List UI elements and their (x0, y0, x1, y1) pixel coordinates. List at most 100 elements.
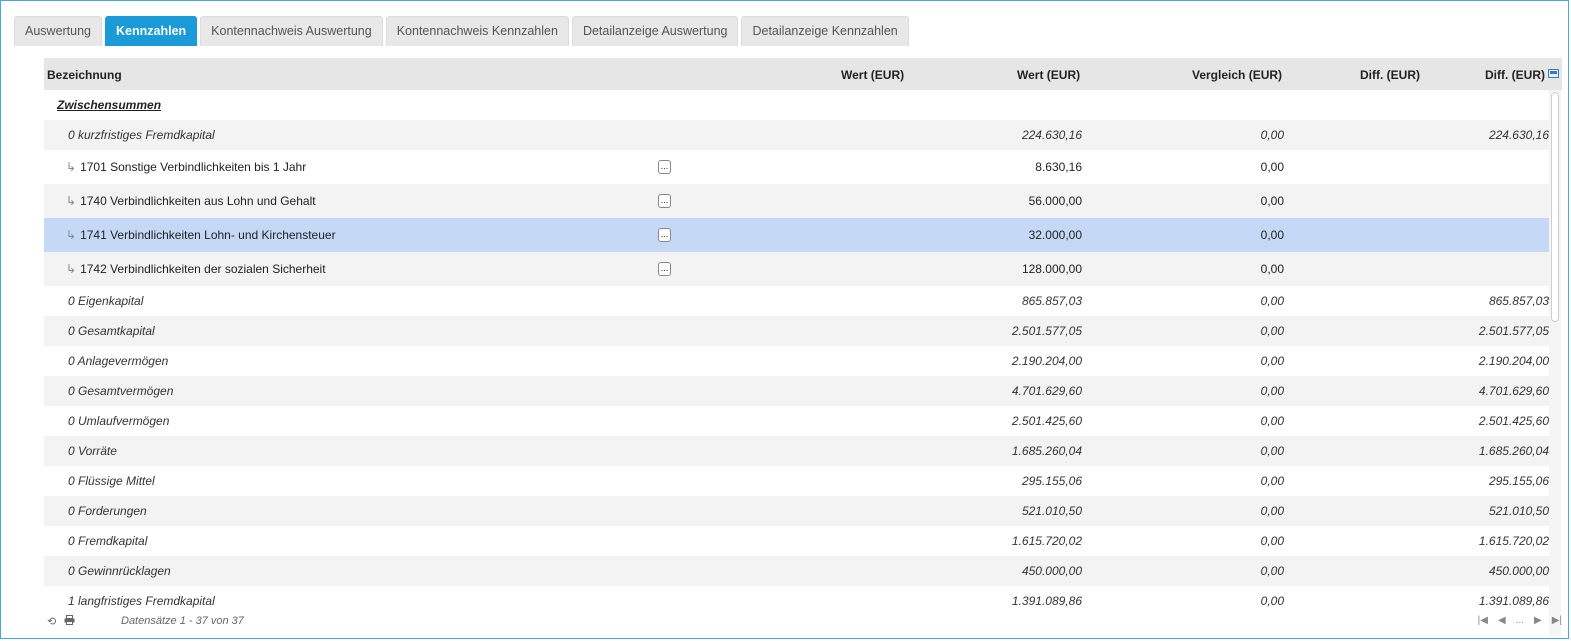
row-vergleich: 0,00 (1260, 324, 1284, 338)
last-page-icon[interactable]: ▶| (1552, 615, 1562, 626)
row-diff: 2.190.204,00 (1478, 354, 1549, 368)
table-row-selected[interactable]: ↳ 1741 Verbindlichkeiten Lohn- und Kirche… (44, 218, 1549, 252)
row-vergleich: 0,00 (1260, 228, 1284, 242)
row-diff: 4.701.629,60 (1478, 384, 1549, 398)
row-wert: 32.000,00 (1028, 228, 1082, 242)
table-row[interactable]: 0 Umlaufvermögen 2.501.425,60 0,00 2.501… (44, 406, 1549, 436)
refresh-icon[interactable]: ⟲ (47, 615, 56, 628)
row-label: 0 Eigenkapital (68, 294, 144, 308)
row-label: 0 Anlagevermögen (68, 354, 169, 368)
header-diff-1[interactable]: Diff. (EUR) (1360, 68, 1420, 82)
row-vergleich: 0,00 (1260, 594, 1284, 608)
pager: |◀ ◀ ... ▶ ▶| (1478, 615, 1562, 626)
table-row[interactable]: 0 kurzfristiges Fremdkapital 224.630,16 … (44, 120, 1549, 150)
tab-kennzahlen[interactable]: Kennzahlen (105, 16, 198, 46)
row-wert: 224.630,16 (1021, 128, 1082, 142)
prev-page-icon[interactable]: ◀ (1498, 615, 1506, 626)
header-wert-1[interactable]: Wert (EUR) (841, 68, 904, 82)
row-wert: 4.701.629,60 (1011, 384, 1082, 398)
row-wert: 8.630,16 (1035, 160, 1082, 174)
details-button[interactable]: ... (658, 194, 671, 208)
row-wert: 2.190.204,00 (1011, 354, 1082, 368)
row-label: 1 langfristiges Fremdkapital (68, 594, 215, 608)
next-page-icon[interactable]: ▶ (1534, 615, 1542, 626)
row-label: 0 Forderungen (68, 504, 147, 518)
row-diff: 865.857,03 (1488, 294, 1549, 308)
row-vergleich: 0,00 (1260, 504, 1284, 518)
grid-footer: ⟲ Datensätze 1 - 37 von 37 |◀ ◀ ... ▶ ▶| (44, 614, 1562, 630)
first-page-icon[interactable]: |◀ (1478, 615, 1488, 626)
row-wert: 56.000,00 (1028, 194, 1082, 208)
row-vergleich: 0,00 (1260, 384, 1284, 398)
row-diff: 1.615.720,02 (1478, 534, 1549, 548)
grid-header: Bezeichnung Wert (EUR) Wert (EUR) Vergle… (44, 58, 1562, 90)
page-ellipsis[interactable]: ... (1516, 615, 1524, 626)
scrollbar-thumb[interactable] (1551, 92, 1559, 322)
row-label: 0 Gesamtkapital (68, 324, 155, 338)
row-label: 0 Umlaufvermögen (68, 414, 170, 428)
row-wert: 450.000,00 (1021, 564, 1082, 578)
row-vergleich: 0,00 (1260, 564, 1284, 578)
print-icon[interactable] (64, 615, 75, 628)
table-row[interactable]: ↳ 1742 Verbindlichkeiten der sozialen Sic… (44, 252, 1549, 286)
row-label: 0 Gesamtvermögen (68, 384, 174, 398)
table-row[interactable]: 0 Gesamtkapital 2.501.577,05 0,00 2.501.… (44, 316, 1549, 346)
row-wert: 1.391.089,86 (1011, 594, 1082, 608)
row-wert: 128.000,00 (1021, 262, 1082, 276)
tab-auswertung[interactable]: Auswertung (14, 16, 103, 46)
header-vergleich[interactable]: Vergleich (EUR) (1192, 68, 1282, 82)
tab-kontennachweis-kennzahlen[interactable]: Kontennachweis Kennzahlen (385, 16, 569, 46)
details-button[interactable]: ... (658, 262, 671, 276)
group-label[interactable]: Zwischensummen (57, 98, 161, 112)
table-row[interactable]: 0 Anlagevermögen 2.190.204,00 0,00 2.190… (44, 346, 1549, 376)
tab-detailanzeige-auswertung[interactable]: Detailanzeige Auswertung (571, 16, 739, 46)
header-bezeichnung[interactable]: Bezeichnung (47, 68, 122, 82)
row-diff: 2.501.577,05 (1478, 324, 1549, 338)
row-wert: 2.501.577,05 (1011, 324, 1082, 338)
row-diff: 224.630,16 (1488, 128, 1549, 142)
export-icon[interactable] (1548, 69, 1559, 78)
row-label: 1741 Verbindlichkeiten Lohn- und Kirchen… (80, 228, 336, 242)
record-count-status: Datensätze 1 - 37 von 37 (121, 615, 244, 627)
header-wert-2[interactable]: Wert (EUR) (1017, 68, 1080, 82)
header-diff-2[interactable]: Diff. (EUR) (1485, 68, 1545, 82)
row-label: 0 Flüssige Mittel (68, 474, 155, 488)
kennzahlen-grid: Bezeichnung Wert (EUR) Wert (EUR) Vergle… (44, 58, 1562, 636)
row-wert: 865.857,03 (1021, 294, 1082, 308)
row-vergleich: 0,00 (1260, 444, 1284, 458)
row-vergleich: 0,00 (1260, 262, 1284, 276)
table-row[interactable]: 0 Gesamtvermögen 4.701.629,60 0,00 4.701… (44, 376, 1549, 406)
table-row[interactable]: ↳ 1740 Verbindlichkeiten aus Lohn und Geh… (44, 184, 1549, 218)
table-row[interactable]: 0 Forderungen 521.010,50 0,00 521.010,50 (44, 496, 1549, 526)
tab-bar: Auswertung Kennzahlen Kontennachweis Aus… (14, 16, 912, 46)
table-row[interactable]: 0 Flüssige Mittel 295.155,06 0,00 295.15… (44, 466, 1549, 496)
table-row[interactable]: 0 Eigenkapital 865.857,03 0,00 865.857,0… (44, 286, 1549, 316)
row-vergleich: 0,00 (1260, 128, 1284, 142)
table-row[interactable]: 1 langfristiges Fremdkapital 1.391.089,8… (44, 586, 1549, 614)
row-label: 0 Gewinnrücklagen (68, 564, 171, 578)
row-vergleich: 0,00 (1260, 194, 1284, 208)
vertical-scrollbar[interactable] (1549, 90, 1561, 636)
row-label: 0 Vorräte (68, 444, 117, 458)
row-vergleich: 0,00 (1260, 294, 1284, 308)
row-vergleich: 0,00 (1260, 474, 1284, 488)
sub-arrow-icon: ↳ (66, 228, 77, 242)
table-row[interactable]: 0 Vorräte 1.685.260,04 0,00 1.685.260,04 (44, 436, 1549, 466)
row-label: 1701 Sonstige Verbindlichkeiten bis 1 Ja… (80, 160, 307, 174)
tab-detailanzeige-kennzahlen[interactable]: Detailanzeige Kennzahlen (741, 16, 909, 46)
table-row[interactable]: 0 Gewinnrücklagen 450.000,00 0,00 450.00… (44, 556, 1549, 586)
row-label: 0 kurzfristiges Fremdkapital (68, 128, 215, 142)
row-diff: 521.010,50 (1488, 504, 1549, 518)
row-label: 1740 Verbindlichkeiten aus Lohn und Geha… (80, 194, 316, 208)
tab-kontennachweis-auswertung[interactable]: Kontennachweis Auswertung (200, 16, 383, 46)
table-row[interactable]: ↳ 1701 Sonstige Verbindlichkeiten bis 1 J… (44, 150, 1549, 184)
row-vergleich: 0,00 (1260, 354, 1284, 368)
table-row[interactable]: 0 Fremdkapital 1.615.720,02 0,00 1.615.7… (44, 526, 1549, 556)
row-wert: 2.501.425,60 (1011, 414, 1082, 428)
row-diff: 1.391.089,86 (1478, 594, 1549, 608)
group-row: Zwischensummen (44, 90, 1549, 120)
details-button[interactable]: ... (658, 160, 671, 174)
sub-arrow-icon: ↳ (66, 262, 77, 276)
row-wert: 521.010,50 (1021, 504, 1082, 518)
details-button[interactable]: ... (658, 228, 671, 242)
